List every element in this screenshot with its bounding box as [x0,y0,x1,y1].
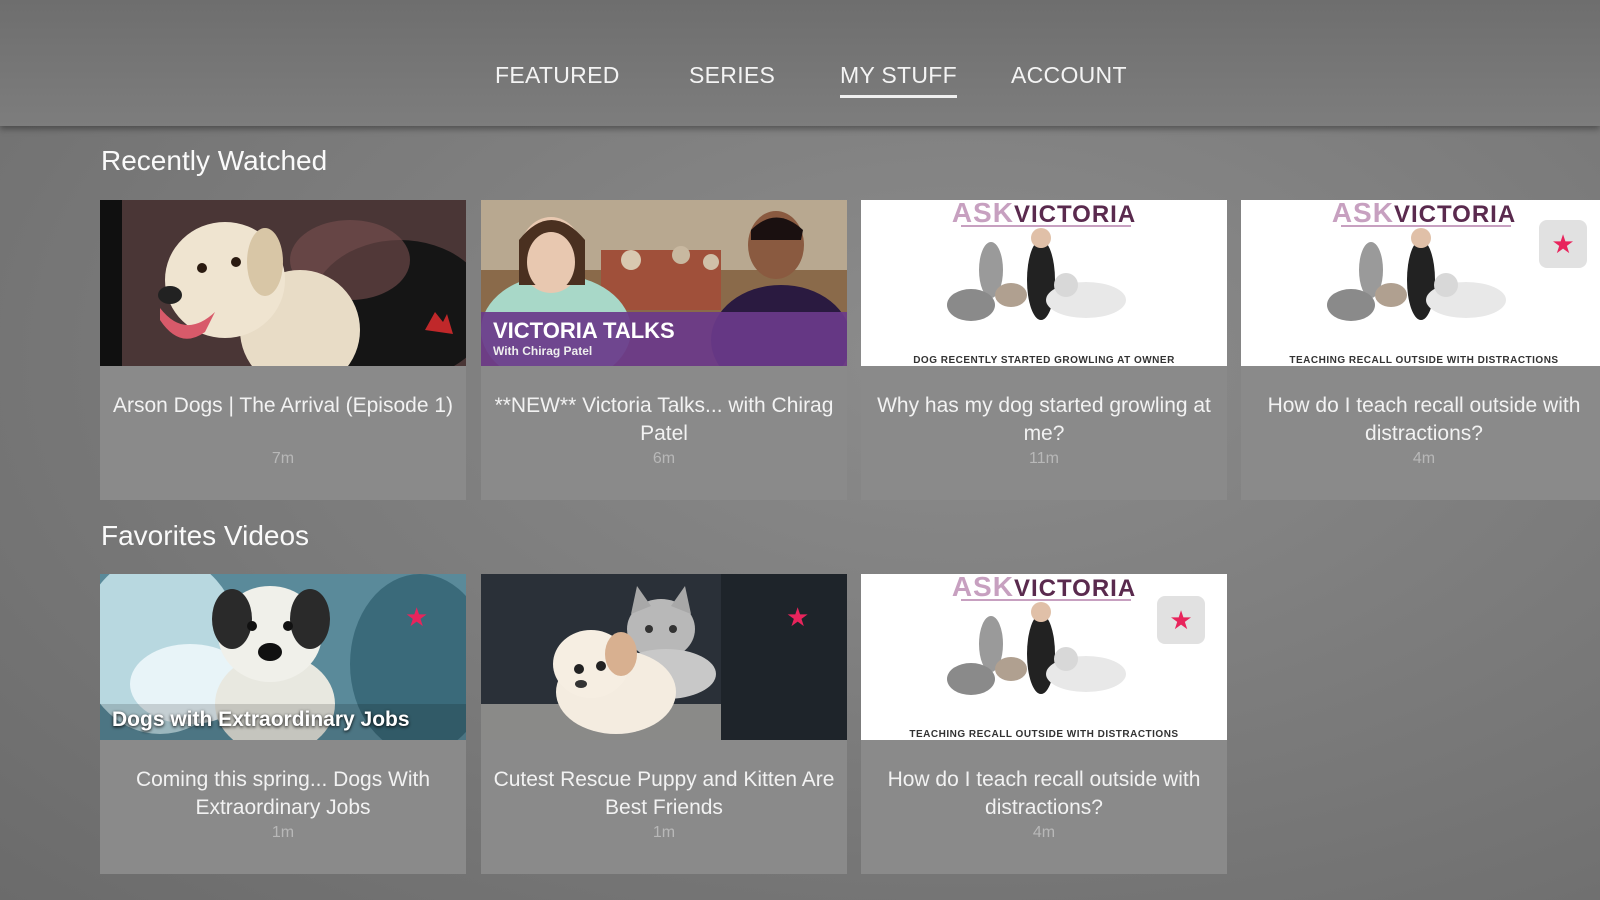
video-thumbnail: ASKVICTORIA TEACHING RECALL OUTSIDE WITH… [1241,200,1600,366]
video-title: How do I teach recall outside with distr… [887,768,1201,819]
thumbnail-caption: TEACHING RECALL OUTSIDE WITH DISTRACTION… [1289,355,1559,366]
video-info: How do I teach recall outside with distr… [861,740,1227,874]
video-title: Coming this spring... Dogs With Extraord… [135,768,431,819]
recently-watched-heading: Recently Watched [101,145,328,176]
video-info: Cutest Rescue Puppy and Kitten Are Best … [481,740,847,874]
favorites-heading: Favorites Videos [101,520,310,551]
video-thumbnail: ASKVICTORIA DOG RECENTLY STARTED GROWLIN… [861,200,1227,366]
video-card[interactable]: ASKVICTORIA DOG RECENTLY STARTED GROWLIN… [861,200,1227,500]
video-duration: 1m [652,824,676,841]
video-card[interactable]: Dogs with Extraordinary Jobs ★ Coming th… [100,574,466,874]
video-duration: 1m [271,824,295,841]
star-icon[interactable]: ★ [786,602,809,633]
tab-account[interactable]: ACCOUNT [1011,62,1127,95]
video-thumbnail: Dogs with Extraordinary Jobs ★ [100,574,466,740]
video-duration: 4m [1032,824,1056,841]
video-thumbnail: VICTORIA TALKS With Chirag Patel [481,200,847,366]
video-card[interactable]: Arson Dogs | The Arrival (Episode 1) 7m [100,200,466,500]
video-title: Cutest Rescue Puppy and Kitten Are Best … [493,768,835,819]
video-title: Arson Dogs | The Arrival (Episode 1) [112,394,454,417]
top-navigation-bar: FEATURED SERIES MY STUFF ACCOUNT [0,0,1600,126]
nav-tabs: FEATURED SERIES MY STUFF ACCOUNT [0,62,1600,102]
star-icon[interactable]: ★ [1157,596,1205,644]
thumbnail-caption: TEACHING RECALL OUTSIDE WITH DISTRACTION… [909,729,1179,740]
video-duration: 11m [1029,450,1059,467]
video-thumbnail: ASKVICTORIA TEACHING RECALL OUTSIDE WITH… [861,574,1227,740]
video-card[interactable]: ASKVICTORIA TEACHING RECALL OUTSIDE WITH… [1241,200,1600,500]
star-icon[interactable]: ★ [405,602,428,633]
video-title: Why has my dog started growling at me? [877,394,1211,445]
video-info: How do I teach recall outside with distr… [1241,366,1600,500]
video-info: Arson Dogs | The Arrival (Episode 1) 7m [100,366,466,500]
video-info: Coming this spring... Dogs With Extraord… [100,740,466,874]
video-card[interactable]: VICTORIA TALKS With Chirag Patel **NEW**… [481,200,847,500]
tab-series[interactable]: SERIES [689,62,775,95]
thumbnail-overlay-title: Dogs with Extraordinary Jobs [112,708,410,731]
video-card[interactable]: ★ Cutest Rescue Puppy and Kitten Are Bes… [481,574,847,874]
video-thumbnail: ★ [481,574,847,740]
tab-my-stuff[interactable]: MY STUFF [840,62,957,98]
video-info: **NEW** Victoria Talks... with Chirag Pa… [481,366,847,500]
video-duration: 4m [1412,450,1436,467]
star-icon[interactable]: ★ [1539,220,1587,268]
thumbnail-overlay-subtitle: With Chirag Patel [493,344,593,358]
video-info: Why has my dog started growling at me? 1… [861,366,1227,500]
video-duration: 7m [271,450,295,467]
tab-featured[interactable]: FEATURED [495,62,620,95]
video-title: How do I teach recall outside with distr… [1267,394,1581,445]
video-thumbnail [100,200,466,366]
ask-victoria-logo: ASKVICTORIA [951,200,1137,228]
video-duration: 6m [652,450,676,467]
video-title: **NEW** Victoria Talks... with Chirag Pa… [494,394,834,445]
video-card[interactable]: ASKVICTORIA TEACHING RECALL OUTSIDE WITH… [861,574,1227,874]
thumbnail-caption: DOG RECENTLY STARTED GROWLING AT OWNER [913,355,1175,366]
thumbnail-overlay-title: VICTORIA TALKS [493,318,675,343]
